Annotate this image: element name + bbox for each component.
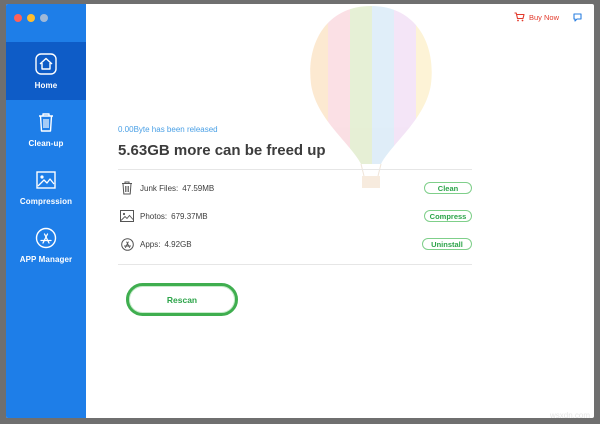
top-bar: Buy Now: [514, 12, 582, 22]
divider: [118, 264, 472, 265]
sidebar-item-app-manager[interactable]: APP Manager: [6, 216, 86, 274]
image-icon: [120, 209, 134, 223]
row-value: 47.59MB: [182, 183, 215, 193]
sidebar: Home Clean-up Compression APP Manager: [6, 4, 86, 418]
image-icon: [36, 170, 56, 189]
watermark: wsxdn.com: [549, 411, 590, 420]
sidebar-item-clean-up[interactable]: Clean-up: [6, 100, 86, 158]
clean-button[interactable]: Clean: [424, 182, 472, 194]
sidebar-item-label: Home: [34, 80, 58, 90]
sidebar-item-compression[interactable]: Compression: [6, 158, 86, 216]
balloon-illustration: [310, 6, 432, 188]
minimize-window-button[interactable]: [27, 14, 35, 22]
compress-button[interactable]: Compress: [424, 210, 472, 222]
trash-icon: [120, 181, 134, 195]
row-value: 4.92GB: [164, 239, 192, 249]
chat-icon: [573, 12, 582, 22]
buy-now-label: Buy Now: [528, 12, 559, 22]
sidebar-item-home[interactable]: Home: [6, 42, 86, 100]
message-button[interactable]: [573, 12, 582, 22]
row-label: Junk Files:: [140, 183, 179, 193]
released-text: 0.00Byte has been released: [118, 125, 218, 134]
sidebar-item-label: Clean-up: [28, 138, 64, 148]
list-item-apps: Apps: 4.92GB Uninstall: [120, 234, 472, 254]
page-title: 5.63GB more can be freed up: [118, 142, 326, 159]
app-store-icon: [35, 227, 57, 248]
window-controls: [14, 14, 48, 22]
home-icon: [35, 52, 57, 75]
sidebar-item-label: Compression: [19, 196, 73, 206]
row-value: 679.37MB: [171, 211, 208, 221]
list-item-junk-files: Junk Files: 47.59MB Clean: [120, 178, 472, 198]
uninstall-button[interactable]: Uninstall: [422, 238, 472, 250]
app-window: Home Clean-up Compression APP Manager Bu…: [6, 4, 594, 418]
zoom-window-button[interactable]: [40, 14, 48, 22]
cart-icon: [514, 12, 525, 22]
row-label: Photos:: [140, 211, 168, 221]
row-label: Apps:: [140, 239, 161, 249]
close-window-button[interactable]: [14, 14, 22, 22]
divider: [118, 169, 472, 170]
trash-icon: [39, 112, 53, 132]
list-item-photos: Photos: 679.37MB Compress: [120, 206, 472, 226]
rescan-button[interactable]: Rescan: [126, 283, 238, 316]
app-store-icon: [120, 237, 134, 251]
sidebar-item-label: APP Manager: [19, 254, 73, 264]
buy-now-button[interactable]: Buy Now: [514, 12, 559, 22]
